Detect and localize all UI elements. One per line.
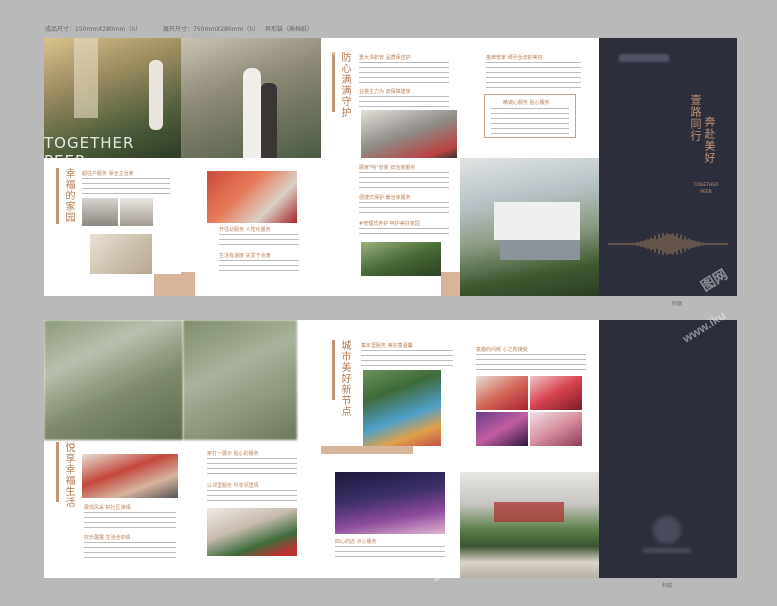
section-bar — [332, 340, 335, 400]
cover-label: 封面 — [672, 301, 683, 307]
item-heading: 金牌管家 倾尽全流的美好 — [486, 55, 543, 61]
item-heading: 超往户服务 保全主治家 — [82, 171, 134, 177]
aerial-photo — [44, 320, 183, 440]
logo — [653, 516, 681, 544]
body-text — [207, 490, 297, 504]
logo-text — [643, 548, 691, 553]
top-panel-1: TOGETHER PEER 幸福的家园 超往户服务 保全主治家 — [44, 38, 181, 296]
item-heading: #管理式养护 呵护美好家园 — [359, 221, 420, 227]
item-heading: 顾家"哈"管家 双治家服务 — [359, 165, 416, 171]
cover-title-2: 奔赴美好 — [703, 116, 716, 164]
item-heading: 展现风采 好社区演绎 — [84, 505, 131, 511]
body-text — [359, 62, 449, 84]
section-bar — [56, 442, 59, 502]
staff-photo — [361, 110, 457, 158]
activity-photo — [476, 412, 528, 446]
service-photo — [120, 198, 153, 226]
family-photo — [181, 38, 321, 158]
body-text — [359, 202, 449, 216]
item-heading: 欢乐展展 生活全的情 — [84, 535, 131, 541]
garden-photo — [361, 242, 441, 276]
body-text — [359, 96, 449, 108]
body-text — [491, 108, 569, 134]
night-event-photo — [335, 472, 445, 534]
item-heading: 开往幼服务 人性化服务 — [219, 227, 271, 233]
event-photo — [82, 454, 178, 498]
body-text — [359, 228, 449, 238]
section-title: 悦享幸福生活 — [63, 442, 74, 508]
highlight-box: 精诚心服务 贴心服务 — [484, 94, 576, 138]
accent-block — [154, 274, 181, 296]
service-photo — [90, 234, 152, 274]
bottom-panel-1: 悦享幸福生活 展现风采 好社区演绎 欢乐展展 生活全的情 — [44, 320, 183, 578]
entrance-photo — [460, 472, 599, 578]
item-heading: 生活有温度 关爱于点滴 — [219, 253, 271, 259]
service-photo — [82, 198, 118, 226]
back-cover-label: 封底 — [662, 583, 673, 589]
item-heading: 童年里服务 美好童温馨 — [361, 343, 413, 349]
spec-paper: 异形装（高档纸） — [265, 26, 314, 33]
playground-photo — [363, 370, 441, 446]
cover-panel: 壹路同行 奔赴美好 TOGETHER PEER — [599, 38, 737, 296]
body-text — [335, 546, 445, 560]
aerial-photo — [183, 320, 297, 440]
activity-photo — [530, 412, 582, 446]
item-heading: 童趣的问候 心之所接受 — [476, 347, 528, 353]
accent-block — [321, 446, 413, 454]
top-panel-3: 防心满满守护 重大清航管 品质保洁护 业委主力为 双保障建家 顾家"哈"管家 双… — [321, 38, 460, 296]
section-bar — [56, 168, 59, 224]
bottom-panel-2: 家打一展示 贴心的服务 以邻里服务 尽享邻里情 — [183, 320, 321, 578]
item-heading: 业委主力为 双保障建家 — [359, 89, 411, 95]
item-heading: 重大清航管 品质保洁护 — [359, 55, 411, 61]
brochure-canvas: { "specs":{ "folded":"成品尺寸：150mmX280mm（h… — [0, 0, 777, 606]
item-heading: 精诚心服务 贴心服务 — [503, 100, 550, 106]
body-text — [84, 512, 176, 530]
top-panel-2: 开往幼服务 人性化服务 开往幼服务 人性化服务 生活有温度 关爱于点滴 — [181, 38, 321, 296]
body-text — [82, 178, 170, 194]
waveform-graphic — [608, 233, 728, 255]
item-heading: 家打一展示 贴心的服务 — [207, 451, 259, 457]
logo — [619, 54, 669, 62]
cover-title-1: 壹路同行 — [689, 94, 702, 142]
item-heading: 以邻里服务 尽享邻里情 — [207, 483, 259, 489]
top-panel-4: 金牌管家 倾尽全流的美好 精诚心服务 贴心服务 — [460, 38, 599, 296]
volunteer-photo — [207, 508, 297, 556]
accent-block — [441, 272, 460, 296]
spec-unfolded: 展开尺寸：750mmX280mm（h） — [163, 26, 260, 33]
item-heading: 四心的店 点心服务 — [335, 539, 377, 545]
body-text — [207, 458, 297, 476]
item-heading: 便捷式保护 暖治家服务 — [359, 195, 411, 201]
activity-photo — [530, 376, 582, 410]
accent-block — [181, 272, 195, 296]
body-text — [84, 542, 176, 562]
spec-folded: 成品尺寸：150mmX280mm（h） — [45, 26, 142, 33]
section-bar — [332, 52, 335, 112]
festival-photo — [207, 171, 297, 223]
body-text — [361, 350, 453, 366]
section-title: 幸福的家园 — [63, 168, 74, 223]
body-text — [219, 234, 299, 248]
fountain-photo — [460, 158, 599, 296]
section-title: 城市美好新节点 — [339, 340, 350, 417]
bottom-panel-4: 童趣的问候 心之所接受 — [460, 320, 599, 578]
back-cover-panel — [599, 320, 737, 578]
body-text — [359, 172, 449, 190]
section-title: 防心满满守护 — [339, 52, 350, 118]
body-text — [219, 260, 299, 274]
photo-overlay-text: TOGETHER PEER — [44, 134, 135, 170]
activity-photo — [476, 376, 528, 410]
body-text — [476, 354, 586, 372]
bottom-panel-3: 城市美好新节点 童年里服务 美好童温馨 四心的店 点心服务 — [321, 320, 460, 578]
cover-subtitle: TOGETHER PEER — [693, 183, 719, 195]
body-text — [486, 62, 581, 90]
